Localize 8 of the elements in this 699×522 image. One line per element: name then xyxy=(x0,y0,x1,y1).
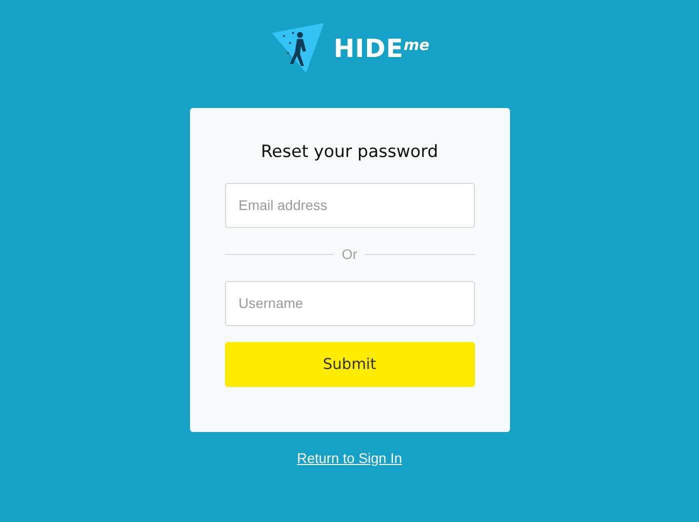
email-field[interactable]: Email address xyxy=(224,182,474,228)
username-field[interactable]: Username xyxy=(224,280,474,326)
divider-text: Or xyxy=(342,244,358,264)
submit-button[interactable]: Submit xyxy=(224,342,474,386)
logo-text: HIDE xyxy=(334,36,404,60)
logo-suffix: me xyxy=(404,38,430,52)
form-title: Reset your password xyxy=(260,141,440,164)
logo-icon xyxy=(270,21,326,75)
